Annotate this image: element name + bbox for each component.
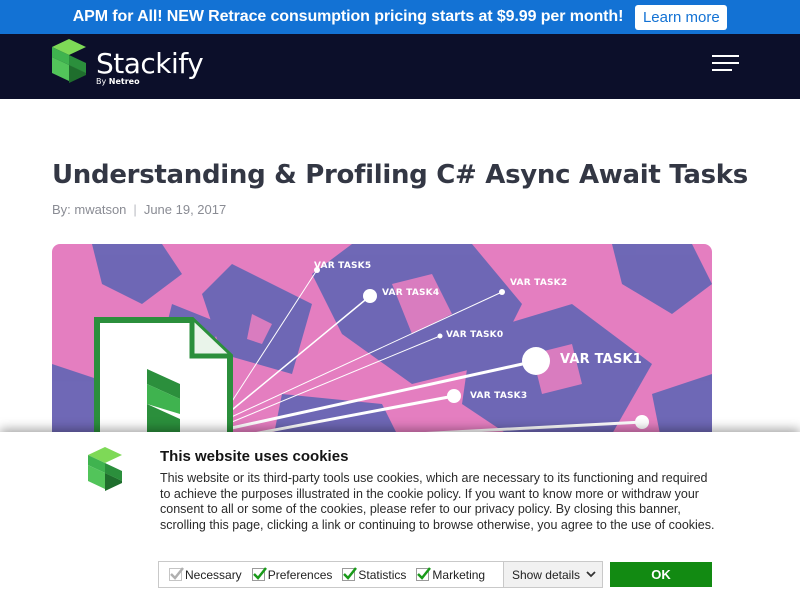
document-icon — [94, 317, 233, 444]
menu-line — [712, 62, 739, 64]
checkbox-box — [251, 567, 267, 581]
site-header: Stackify By Netreo — [0, 34, 800, 99]
logo-by-line: By Netreo — [96, 77, 140, 86]
marketing-checkbox[interactable]: Marketing — [416, 567, 486, 582]
checkbox-box — [169, 567, 184, 581]
article-title: Understanding & Profiling C# Async Await… — [52, 160, 748, 190]
ok-button[interactable]: OK — [610, 562, 712, 587]
logo-by-text: By — [96, 77, 107, 86]
hero-label-task3: VAR TASK3 — [470, 391, 528, 401]
checkmark-icon — [343, 567, 358, 580]
article-meta: By: mwatson | June 19, 2017 — [52, 202, 226, 217]
hero-label-task2: VAR TASK2 — [510, 278, 568, 288]
meta-separator: | — [133, 202, 137, 217]
article-date: June 19, 2017 — [143, 202, 227, 217]
show-details-label: Show details — [511, 567, 580, 582]
hero-label-task5: VAR TASK5 — [314, 261, 372, 271]
promo-text: APM for All! NEW Retrace consumption pri… — [72, 8, 624, 25]
cookie-title: This website uses cookies — [160, 448, 349, 465]
logo-by-brand: Netreo — [108, 77, 140, 86]
hero-label-task0: VAR TASK0 — [446, 330, 504, 340]
menu-line — [712, 69, 732, 71]
hamburger-menu-icon[interactable] — [712, 55, 739, 73]
statistics-label: Statistics — [358, 567, 407, 582]
article-author[interactable]: By: mwatson — [52, 202, 126, 217]
chevron-down-icon — [586, 571, 596, 578]
learn-more-button[interactable]: Learn more — [635, 4, 728, 30]
checkmark-icon — [252, 567, 267, 580]
consent-options: Necessary Preferences Statistics Marketi… — [158, 561, 603, 588]
hero-label-task1: VAR TASK1 — [560, 352, 642, 367]
menu-line — [712, 55, 739, 57]
statistics-checkbox[interactable]: Statistics — [342, 567, 407, 582]
logo-wordmark: Stackify — [96, 47, 204, 80]
hero-image: VAR TASK5 VAR TASK4 VAR TASK2 VAR TASK0 … — [52, 244, 712, 444]
necessary-checkbox[interactable]: Necessary — [169, 567, 242, 582]
checkmark-icon — [417, 567, 432, 580]
checkmark-icon — [170, 567, 184, 580]
hero-label-task4: VAR TASK4 — [382, 288, 440, 298]
checkbox-box — [416, 567, 432, 581]
cookie-banner: This website uses cookies This website o… — [0, 432, 800, 600]
stackify-logo-icon — [52, 39, 86, 83]
marketing-label: Marketing — [432, 567, 486, 582]
cookie-text: This website or its third-party tools us… — [160, 471, 715, 532]
checkbox-box — [342, 567, 358, 581]
stackify-logo[interactable]: Stackify By Netreo — [52, 39, 204, 91]
preferences-label: Preferences — [267, 567, 333, 582]
preferences-checkbox[interactable]: Preferences — [251, 567, 333, 582]
stackify-cookie-logo-icon — [88, 447, 122, 491]
show-details-dropdown[interactable]: Show details — [502, 562, 602, 587]
hero-illustration — [52, 244, 712, 444]
necessary-label: Necessary — [185, 567, 242, 582]
promo-banner: APM for All! NEW Retrace consumption pri… — [0, 0, 800, 34]
